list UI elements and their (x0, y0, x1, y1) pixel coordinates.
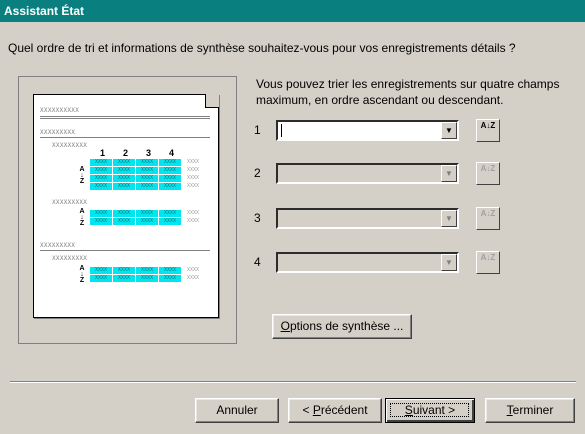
column-number: 2 (123, 148, 129, 158)
separator (10, 381, 576, 383)
preview-rule (40, 116, 210, 117)
sort-ascending-icon: A↓Z (480, 121, 496, 130)
sort-order-3-button[interactable]: A↓Z (476, 207, 500, 230)
report-preview: XXXXXXXXXX XXXXXXXXX XXXXXXXXX 1 2 3 4 A… (18, 76, 237, 344)
preview-subgroup-text: XXXXXXXXX (52, 142, 88, 149)
sort-order-1-button[interactable]: A↓Z (476, 119, 500, 142)
preview-sheet: XXXXXXXXXX XXXXXXXXX XXXXXXXXX 1 2 3 4 A… (33, 94, 219, 318)
preview-rule (40, 250, 210, 251)
preview-detail-grid: XXXX XXXX XXXX XXXX XXXX XXXX XXXX XXXX XXXX XXX… (90, 159, 204, 190)
sort-az-icon: A ↓ Z (79, 208, 85, 227)
preview-group-text: XXXXXXXXX (40, 129, 76, 136)
dropdown-arrow-icon[interactable]: ▼ (441, 254, 457, 271)
next-button[interactable]: Suivant > (385, 398, 475, 423)
preview-subgroup-text: XXXXXXXXX (52, 255, 88, 262)
preview-subgroup-text: XXXXXXXXX (52, 199, 88, 206)
sort-field-3-select[interactable]: ▼ (276, 208, 459, 229)
preview-detail-grid: XXXX XXXX XXXX XXXX XXXX XXXX XXXX XXXX XXXX XXX… (90, 267, 204, 282)
sort-field-4-select[interactable]: ▼ (276, 252, 459, 273)
sort-field-2-select[interactable]: ▼ (276, 163, 459, 184)
dropdown-arrow-icon[interactable]: ▼ (441, 210, 457, 227)
sort-az-icon: A ↓ Z (79, 265, 85, 284)
sort-ascending-icon: A↓Z (480, 164, 496, 173)
sort-order-2-button[interactable]: A↓Z (476, 162, 500, 185)
sort-ascending-icon: A↓Z (480, 253, 496, 262)
dropdown-arrow-icon[interactable]: ▼ (441, 122, 457, 139)
sort-number: 1 (254, 123, 261, 137)
column-number: 1 (100, 148, 106, 158)
column-number: 4 (169, 148, 175, 158)
text-caret (281, 124, 282, 137)
sort-ascending-icon: A↓Z (480, 209, 496, 218)
window-title: Assistant État (4, 4, 85, 18)
column-number: 3 (146, 148, 152, 158)
title-bar: Assistant État (0, 0, 585, 22)
preview-detail-grid: XXXX XXXX XXXX XXXX XXXX XXXX XXXX XXXX XXXX XXX… (90, 210, 204, 225)
cancel-button[interactable]: Annuler (195, 398, 279, 423)
sort-field-1-select[interactable]: ▼ (276, 120, 459, 141)
sort-az-icon: A ↓ Z (79, 166, 85, 185)
summary-options-button[interactable]: Options de synthèse ... (272, 314, 412, 339)
sort-number: 2 (254, 166, 261, 180)
preview-rule (40, 118, 210, 119)
info-text: Vous pouvez trier les enregistrements su… (256, 77, 560, 107)
sort-number: 4 (254, 255, 261, 269)
preview-group-text: XXXXXXXXX (40, 242, 76, 249)
sort-order-4-button[interactable]: A↓Z (476, 251, 500, 274)
question-text: Quel ordre de tri et informations de syn… (8, 41, 516, 55)
dropdown-arrow-icon[interactable]: ▼ (441, 165, 457, 182)
sort-number: 3 (254, 211, 261, 225)
preview-rule (40, 137, 210, 138)
preview-header-text: XXXXXXXXXX (40, 107, 80, 114)
previous-button[interactable]: < Précédent (288, 398, 382, 423)
focus-rect (390, 403, 469, 417)
page-fold-icon (205, 94, 219, 108)
finish-button[interactable]: Terminer (485, 398, 575, 423)
